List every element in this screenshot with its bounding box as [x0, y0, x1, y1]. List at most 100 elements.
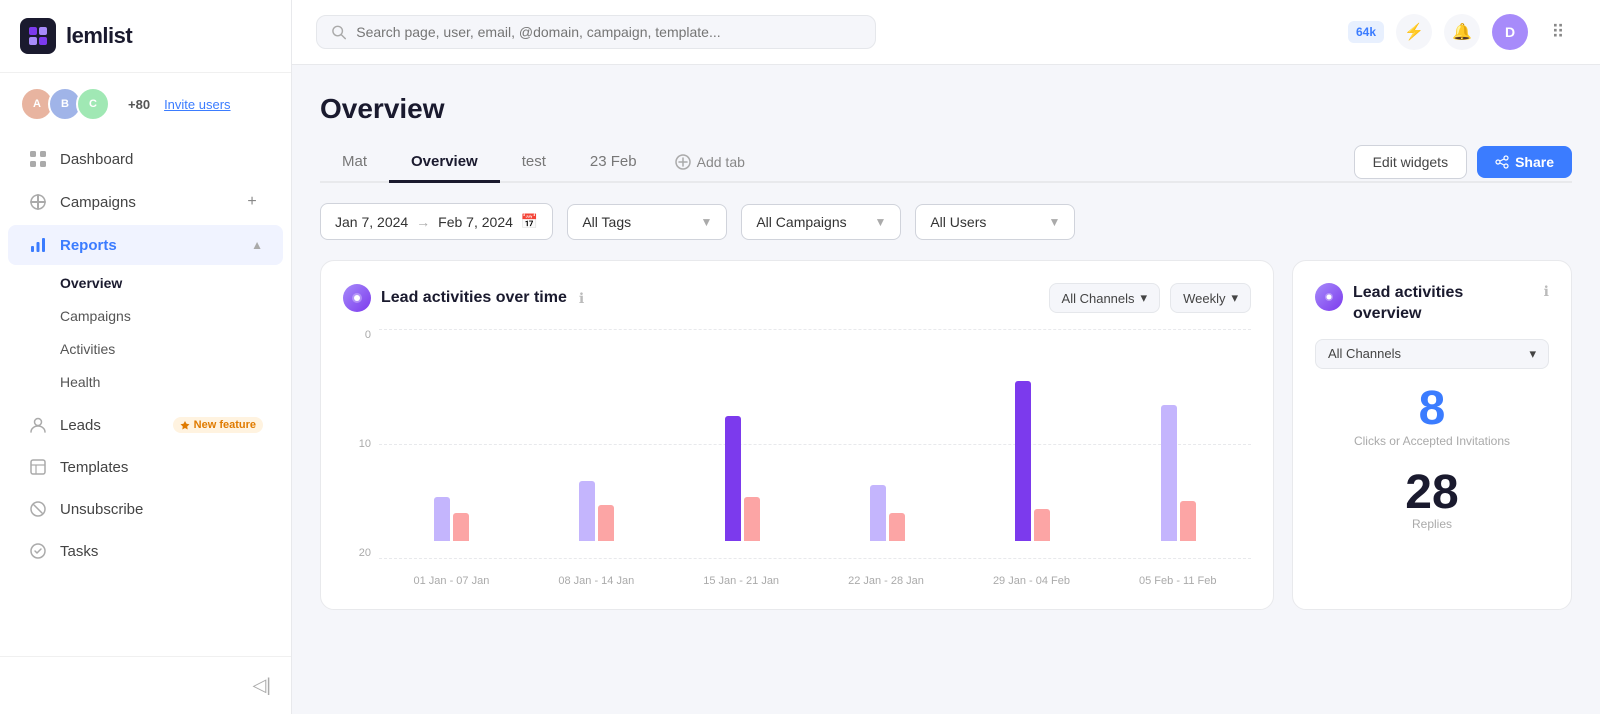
bar-pink	[744, 497, 760, 541]
sidebar-item-tasks[interactable]: Tasks	[8, 531, 283, 571]
bar-purple-dark	[725, 416, 741, 541]
bar-group	[725, 416, 760, 541]
sub-item-label: Campaigns	[60, 308, 131, 324]
add-campaign-icon[interactable]: +	[241, 191, 263, 213]
avatar: C	[76, 87, 110, 121]
avatar-stack: A B C	[20, 87, 110, 121]
arrow-right-icon: →	[416, 214, 430, 230]
chart-area: 01 Jan - 07 Jan 08 Jan - 14 Jan 15 Jan -…	[379, 329, 1251, 587]
chart-title: Lead activities over time	[381, 289, 567, 307]
apps-grid-button[interactable]: ⠿	[1540, 14, 1576, 50]
chevron-down-icon: ▼	[874, 215, 886, 229]
search-icon	[331, 24, 346, 40]
sidebar-item-unsubscribe[interactable]: Unsubscribe	[8, 489, 283, 529]
page-title: Overview	[320, 93, 1572, 125]
sidebar-item-label: Unsubscribe	[60, 501, 263, 518]
add-tab-button[interactable]: Add tab	[659, 144, 761, 180]
all-users-dropdown[interactable]: All Users ▼	[915, 204, 1075, 240]
chart-icon-small	[1315, 283, 1343, 311]
chevron-down-icon: ▼	[1048, 215, 1060, 229]
overview-panel-title: Lead activities overview	[1353, 283, 1534, 325]
tab-test[interactable]: test	[500, 143, 568, 183]
info-icon[interactable]: ℹ	[1544, 283, 1549, 300]
leads-icon	[28, 415, 48, 435]
date-range-button[interactable]: Jan 7, 2024 → Feb 7, 2024 📅	[320, 203, 553, 240]
bar-pink	[598, 505, 614, 541]
invite-users-link[interactable]: Invite users	[164, 97, 230, 112]
plus-circle-icon	[675, 154, 691, 170]
x-label: 15 Jan - 21 Jan	[703, 575, 779, 587]
chevron-down-icon: ▾	[1141, 290, 1148, 306]
sidebar-item-templates[interactable]: Templates	[8, 447, 283, 487]
all-tags-dropdown[interactable]: All Tags ▼	[567, 204, 727, 240]
notification-bell-button[interactable]: 🔔	[1444, 14, 1480, 50]
lead-activities-chart-card: Lead activities over time ℹ All Channels…	[320, 260, 1274, 610]
x-label: 22 Jan - 28 Jan	[848, 575, 924, 587]
sidebar-sub-item-campaigns[interactable]: Campaigns	[8, 300, 283, 332]
search-input[interactable]	[356, 24, 861, 40]
charts-row: Lead activities over time ℹ All Channels…	[320, 260, 1572, 610]
templates-icon	[28, 457, 48, 477]
sidebar-sub-item-overview[interactable]: Overview	[8, 267, 283, 299]
sidebar-item-label: Dashboard	[60, 151, 263, 168]
sidebar-item-label: Templates	[60, 459, 263, 476]
sidebar-item-leads[interactable]: Leads New feature	[8, 405, 283, 445]
search-box[interactable]	[316, 15, 876, 49]
tab-overview[interactable]: Overview	[389, 143, 500, 183]
edit-widgets-button[interactable]: Edit widgets	[1354, 145, 1467, 179]
date-start: Jan 7, 2024	[335, 214, 408, 230]
info-icon[interactable]: ℹ	[579, 290, 584, 307]
topbar: 64k ⚡ 🔔 D ⠿	[292, 0, 1600, 65]
bar-group	[579, 481, 614, 541]
sidebar-item-dashboard[interactable]: Dashboard	[8, 139, 283, 179]
bar-purple	[434, 497, 450, 541]
dashboard-icon	[28, 149, 48, 169]
clicks-stat-label: Clicks or Accepted Invitations	[1315, 433, 1549, 450]
all-campaigns-dropdown[interactable]: All Campaigns ▼	[741, 204, 901, 240]
bar-group	[1161, 405, 1196, 541]
bar-purple	[1161, 405, 1177, 541]
sidebar: lemlist A B C +80 Invite users Dashboard…	[0, 0, 292, 714]
tab-23feb[interactable]: 23 Feb	[568, 143, 659, 183]
x-label: 01 Jan - 07 Jan	[414, 575, 490, 587]
calendar-icon: 📅	[521, 213, 538, 230]
share-button[interactable]: Share	[1477, 146, 1572, 178]
unsubscribe-icon	[28, 499, 48, 519]
lead-activities-overview-card: Lead activities overview ℹ All Channels …	[1292, 260, 1572, 610]
bar-group	[434, 497, 469, 541]
user-avatar[interactable]: D	[1492, 14, 1528, 50]
bar-pink	[1180, 501, 1196, 541]
chevron-down-icon: ▾	[1231, 290, 1238, 306]
tabs-actions: Edit widgets Share	[1354, 145, 1572, 179]
sidebar-item-label: Leads	[60, 417, 157, 434]
tabs-bar: Mat Overview test 23 Feb Add tab Edit w	[320, 143, 1572, 183]
sub-item-label: Health	[60, 374, 100, 390]
collapse-icon: ◁|	[252, 675, 271, 696]
bar-pink	[453, 513, 469, 541]
weekly-button[interactable]: Weekly ▾	[1170, 283, 1251, 313]
all-channels-button[interactable]: All Channels ▾	[1049, 283, 1161, 313]
bar-purple	[579, 481, 595, 541]
sidebar-sub-item-activities[interactable]: Activities	[8, 333, 283, 365]
sub-item-label: Activities	[60, 341, 115, 357]
sub-item-label: Overview	[60, 275, 122, 291]
badge-64k-button[interactable]: 64k	[1348, 21, 1384, 43]
sidebar-item-label: Campaigns	[60, 194, 229, 211]
content-area: Overview Mat Overview test 23 Feb A	[292, 65, 1600, 714]
collapse-sidebar-button[interactable]: ◁|	[8, 667, 283, 704]
tab-mat[interactable]: Mat	[320, 143, 389, 183]
lightning-icon-button[interactable]: ⚡	[1396, 14, 1432, 50]
x-labels: 01 Jan - 07 Jan 08 Jan - 14 Jan 15 Jan -…	[379, 569, 1251, 587]
campaigns-icon	[28, 192, 48, 212]
sidebar-item-label: Reports	[60, 237, 239, 254]
chevron-down-icon: ▾	[1529, 346, 1536, 362]
x-label: 29 Jan - 04 Feb	[993, 575, 1070, 587]
chart-header: Lead activities over time ℹ All Channels…	[343, 283, 1251, 313]
sidebar-sub-item-health[interactable]: Health	[8, 366, 283, 398]
sidebar-item-reports[interactable]: Reports ▲	[8, 225, 283, 265]
chevron-up-icon: ▲	[251, 238, 263, 252]
clicks-stat-value: 8	[1315, 385, 1549, 433]
chart-icon	[343, 284, 371, 312]
sidebar-item-campaigns[interactable]: Campaigns +	[8, 181, 283, 223]
overview-all-channels-dropdown[interactable]: All Channels ▾	[1315, 339, 1549, 369]
